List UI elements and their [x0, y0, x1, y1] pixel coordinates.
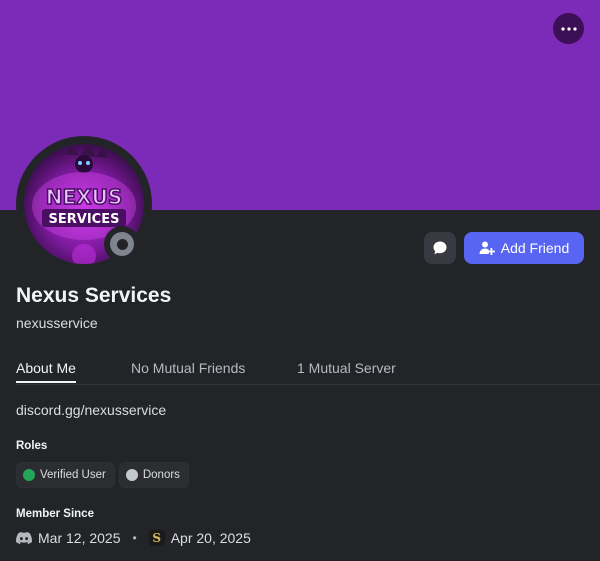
username: nexusservice	[16, 315, 98, 331]
role-color-dot	[125, 469, 138, 481]
display-name: Nexus Services	[16, 284, 172, 307]
more-dots-icon	[560, 26, 577, 31]
roles-title: Roles	[16, 440, 48, 452]
tab-about-me[interactable]: About Me	[16, 360, 76, 383]
message-button[interactable]	[424, 232, 456, 264]
role-label: Verified User	[40, 469, 106, 481]
discord-logo-icon	[16, 532, 32, 544]
server-icon: S	[148, 530, 165, 546]
chat-bubble-icon	[433, 241, 447, 255]
more-options-button[interactable]	[553, 13, 584, 44]
discord-join-date: Mar 12, 2025	[38, 530, 121, 546]
svg-text:NEXUS: NEXUS	[46, 185, 122, 209]
status-indicator-offline	[104, 226, 140, 262]
role-chip-donors[interactable]: Donors	[118, 462, 189, 488]
tab-mutual-servers[interactable]: 1 Mutual Server	[297, 360, 396, 376]
bio-text[interactable]: discord.gg/nexusservice	[16, 402, 166, 418]
tab-mutual-friends[interactable]: No Mutual Friends	[131, 360, 245, 376]
profile-tabs: About Me No Mutual Friends 1 Mutual Serv…	[16, 360, 600, 385]
role-label: Donors	[142, 469, 180, 481]
member-since-row: Mar 12, 2025 • S Apr 20, 2025	[16, 530, 251, 546]
add-user-icon	[479, 241, 495, 255]
role-chip-verified-user[interactable]: Verified User	[16, 462, 115, 488]
date-separator: •	[132, 531, 137, 545]
add-friend-label: Add Friend	[500, 240, 570, 256]
roles-list: Verified User Donors	[16, 462, 189, 488]
member-since-title: Member Since	[16, 508, 94, 520]
svg-text:SERVICES: SERVICES	[49, 212, 120, 227]
add-friend-button[interactable]: Add Friend	[464, 232, 584, 264]
server-join-date: Apr 20, 2025	[170, 530, 251, 546]
role-color-dot	[23, 469, 35, 481]
